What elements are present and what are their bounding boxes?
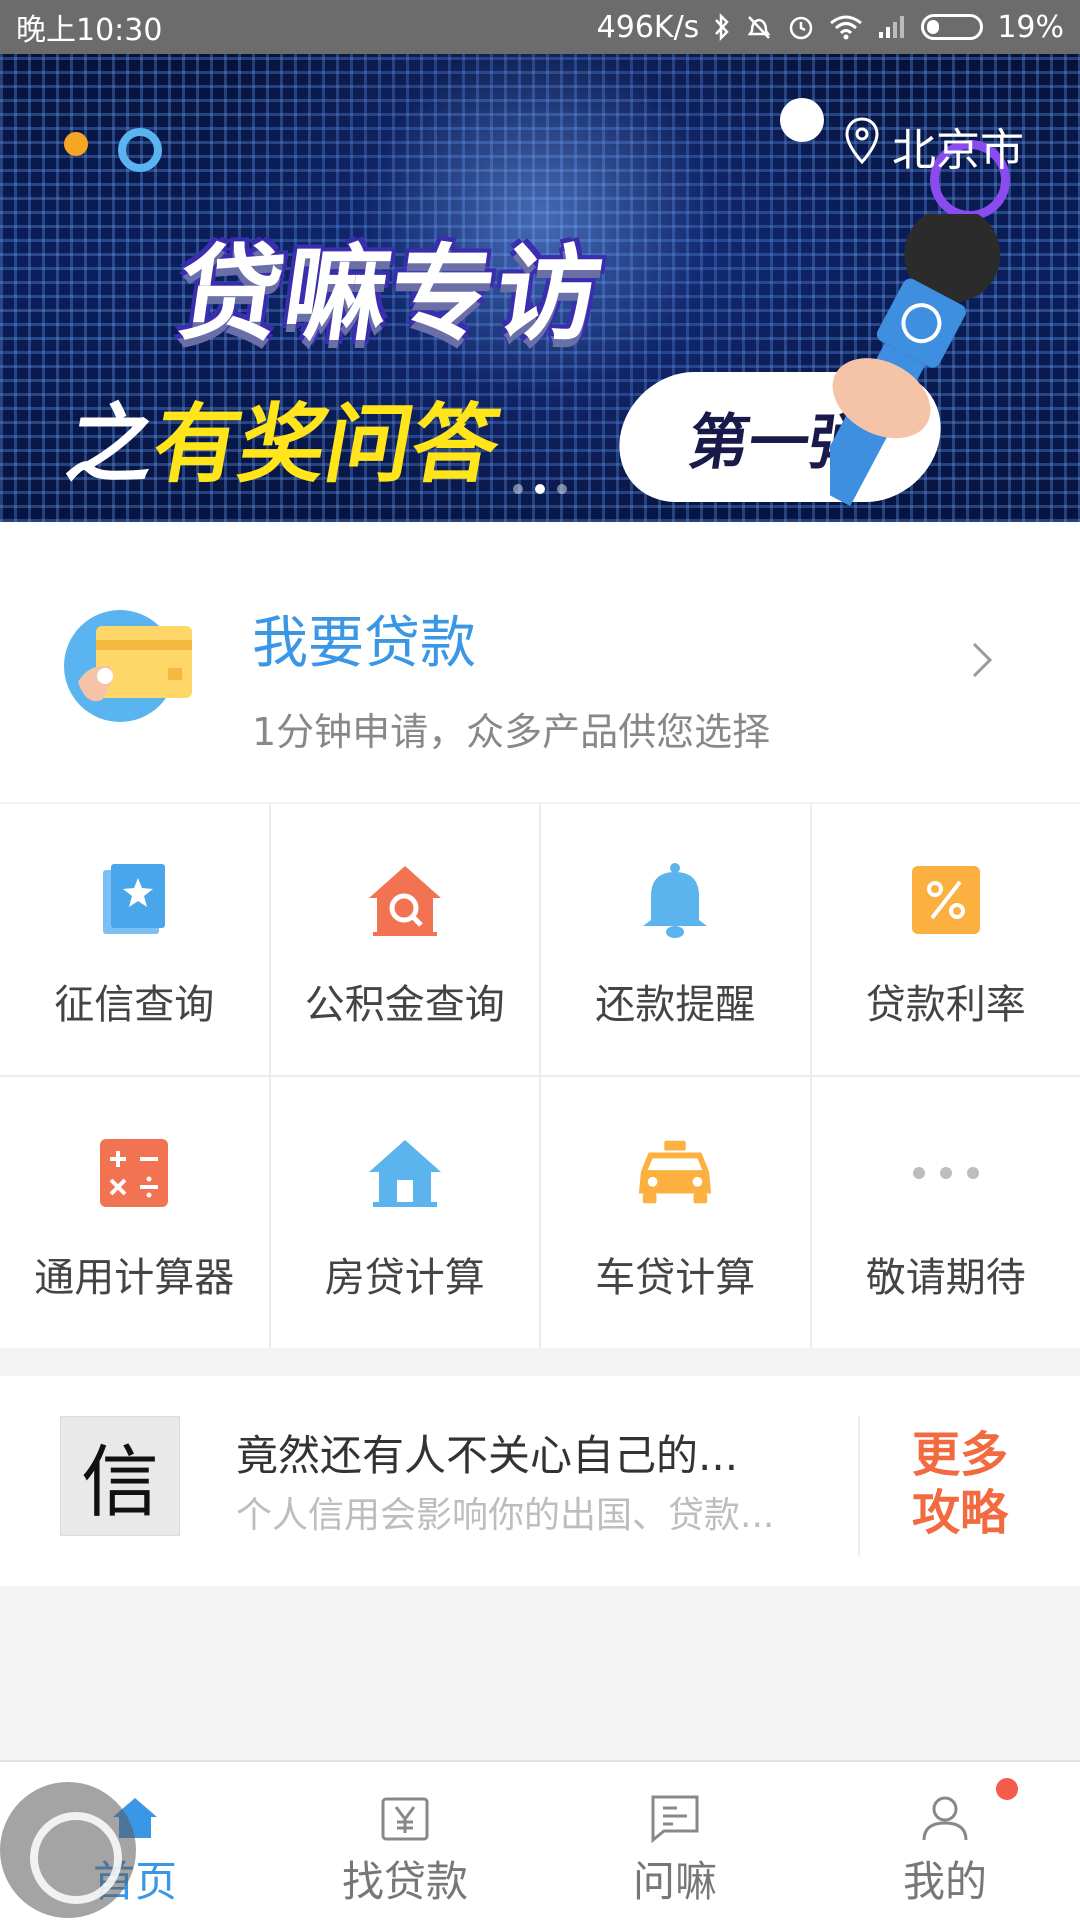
percent-icon (906, 860, 986, 940)
taxi-icon (635, 1133, 715, 1213)
banner-pager (0, 484, 1080, 494)
divider (858, 1416, 860, 1556)
article-card[interactable]: 信 竟然还有人不关心自己的... 个人信用会影响你的出国、贷款... 更多 攻略 (0, 1376, 1080, 1586)
more-dots-icon (906, 1133, 986, 1213)
signal-icon (877, 14, 907, 40)
service-repay-reminder[interactable]: 还款提醒 (541, 804, 810, 1075)
article-thumbnail: 信 (60, 1416, 180, 1536)
yen-tag-icon (379, 1792, 431, 1844)
tab-label: 找贷款 (341, 1857, 468, 1906)
banner-subtitle-highlight: 有奖问答 (145, 395, 508, 495)
microphone-icon (830, 214, 1001, 507)
pager-dot[interactable] (513, 484, 523, 494)
chevron-right-icon (970, 640, 994, 684)
loan-title: 我要贷款 (252, 611, 476, 676)
tab-find-loan[interactable]: 找贷款 (270, 1762, 540, 1920)
tab-ask[interactable]: 问嘛 (540, 1762, 810, 1920)
wifi-icon (829, 13, 863, 41)
status-time: 晚上10:30 (16, 13, 163, 48)
decor-dot (64, 132, 88, 156)
service-mortgage-calc[interactable]: 房贷计算 (270, 1077, 539, 1348)
service-car-loan-calc[interactable]: 车贷计算 (541, 1077, 810, 1348)
location-pin-icon (844, 116, 880, 177)
loan-subtitle: 1分钟申请，众多产品供您选择 (252, 710, 771, 754)
article-title: 竟然还有人不关心自己的... (236, 1431, 739, 1480)
service-label: 征信查询 (54, 982, 215, 1028)
user-icon (919, 1792, 971, 1844)
credit-card-icon (64, 610, 192, 722)
service-label: 贷款利率 (865, 982, 1026, 1028)
service-label: 还款提醒 (595, 982, 756, 1028)
mute-vibrate-icon (745, 13, 773, 41)
message-icon (649, 1792, 701, 1844)
pager-dot[interactable] (557, 484, 567, 494)
article-subtitle: 个人信用会影响你的出国、贷款... (236, 1495, 775, 1536)
network-speed: 496K/s (596, 9, 700, 45)
battery-icon (921, 14, 984, 40)
calculator-icon (94, 1133, 174, 1213)
service-loan-rate[interactable]: 贷款利率 (811, 804, 1080, 1075)
more-guides-button[interactable]: 更多 攻略 (912, 1426, 1008, 1542)
banner-subtitle: 之有奖问答 (59, 374, 511, 499)
credit-report-icon (94, 860, 174, 940)
service-credit-report[interactable]: 征信查询 (0, 804, 269, 1075)
decor-dot (780, 98, 824, 142)
bluetooth-icon (713, 13, 731, 41)
tab-label: 我的 (902, 1857, 987, 1906)
location-label: 北京市 (892, 125, 1024, 176)
service-fund-query[interactable]: 公积金查询 (270, 804, 539, 1075)
pager-dot-active[interactable] (535, 484, 545, 494)
alarm-icon (787, 13, 815, 41)
service-calculator[interactable]: 通用计算器 (0, 1077, 269, 1348)
status-bar: 晚上10:30 496K/s 19% (0, 0, 1080, 54)
tab-label: 问嘛 (632, 1857, 717, 1906)
battery-percent: 19% (997, 9, 1064, 45)
tab-mine[interactable]: 我的 (810, 1762, 1080, 1920)
service-label: 公积金查询 (304, 982, 505, 1028)
floating-assistive-button[interactable] (0, 1782, 136, 1918)
service-label: 车贷计算 (595, 1255, 756, 1301)
house-icon (365, 1133, 445, 1213)
apply-loan-card[interactable]: 我要贷款 1分钟申请，众多产品供您选择 (0, 522, 1080, 802)
service-label: 房贷计算 (324, 1255, 485, 1301)
banner-title: 贷嘛专访 (170, 233, 612, 355)
location-selector[interactable]: 北京市 (844, 114, 1024, 178)
service-label: 通用计算器 (34, 1255, 235, 1301)
bottom-tab-bar: 首页 找贷款 问嘛 我的 (0, 1760, 1080, 1920)
decor-ring (118, 128, 162, 172)
service-label: 敬请期待 (865, 1255, 1026, 1301)
more-guides-line1: 更多 (912, 1427, 1009, 1483)
notification-badge (996, 1778, 1018, 1800)
bell-icon (635, 860, 715, 940)
service-grid: 征信查询 公积金查询 还款提醒 贷款利率 通用计算器 房贷计算 车贷计算 敬请期… (0, 804, 1080, 1348)
more-guides-line2: 攻略 (912, 1485, 1009, 1541)
promo-banner[interactable]: 北京市 贷嘛专访 之有奖问答 第一弹 (0, 54, 1080, 522)
house-search-icon (365, 860, 445, 940)
service-coming-soon[interactable]: 敬请期待 (811, 1077, 1080, 1348)
